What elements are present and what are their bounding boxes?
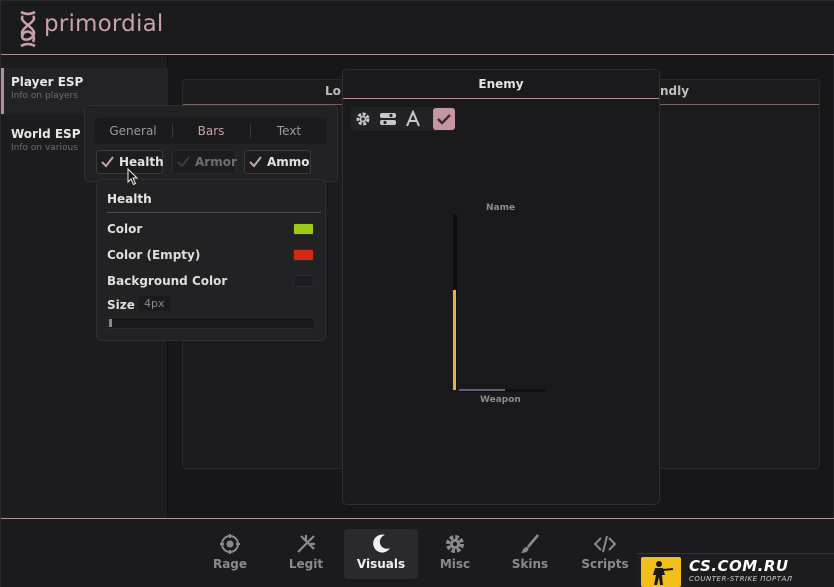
brush-icon (521, 534, 539, 553)
check-icon (177, 156, 190, 168)
armor-checkbox[interactable]: Armor (172, 150, 237, 174)
moon-icon (373, 534, 390, 553)
check-icon (249, 156, 262, 168)
slider-handle[interactable] (109, 319, 112, 327)
enemy-panel-title: Enemy (478, 77, 524, 91)
tab-bars[interactable]: Bars (173, 118, 249, 144)
ammo-checkbox-label: Ammo (267, 155, 310, 169)
size-slider[interactable] (107, 317, 315, 329)
preview-name-label: Name (486, 203, 516, 213)
watermark-logo-icon (641, 557, 681, 587)
text-icon[interactable] (404, 110, 422, 128)
health-checkbox-label: Health (119, 155, 164, 169)
health-bar-fill (453, 290, 456, 390)
nav-label: Skins (511, 557, 549, 571)
app-window: primordial Player ESP Info on players Wo… (0, 0, 834, 587)
nav-scripts[interactable]: Scripts (570, 529, 640, 579)
size-label: Size (107, 298, 135, 312)
toggles-icon[interactable] (379, 110, 397, 128)
code-icon (594, 535, 616, 553)
divider (343, 98, 659, 99)
tab-local[interactable]: Lo (325, 84, 341, 98)
nav-skins[interactable]: Skins (495, 529, 565, 579)
color-empty-label: Color (Empty) (107, 248, 201, 262)
target-icon (220, 534, 240, 554)
background-color-swatch[interactable] (293, 275, 314, 287)
health-settings-title: Health (107, 192, 152, 206)
nav-misc[interactable]: Misc (420, 529, 490, 579)
mouse-cursor-icon (127, 168, 139, 186)
watermark-text: CS.COM.RU (689, 557, 789, 575)
sidebar-item-title: Player ESP (11, 75, 84, 89)
brand-name: primordial (44, 11, 164, 37)
nav-label: Rage (212, 557, 248, 571)
segmented-tabs: General Bars Text (95, 118, 327, 144)
crosshair-icon (297, 535, 315, 553)
header: primordial (1, 1, 834, 55)
nav-label: Scripts (581, 557, 629, 571)
tab-text[interactable]: Text (251, 118, 327, 144)
watermark: CS.COM.RU COUNTER-STRIKE ПОРТАЛ (637, 553, 834, 587)
background-color-label: Background Color (107, 274, 228, 288)
size-value: 4px (139, 296, 170, 311)
tab-general[interactable]: General (95, 118, 171, 144)
armor-checkbox-label: Armor (195, 155, 237, 169)
health-settings-popup: Health Color Color (Empty) Background Co… (96, 179, 326, 341)
color-empty-swatch[interactable] (293, 249, 314, 261)
gear-icon (446, 535, 464, 553)
nav-label: Visuals (356, 557, 406, 571)
color-label: Color (107, 222, 143, 236)
color-swatch[interactable] (293, 223, 314, 235)
watermark-subtext: COUNTER-STRIKE ПОРТАЛ (689, 575, 793, 583)
nav-label: Legit (288, 557, 324, 571)
tab-friendly[interactable]: ndly (660, 84, 689, 98)
nav-visuals[interactable]: Visuals (344, 529, 418, 579)
weapon-bar-fill (459, 389, 505, 391)
bars-tabs-popup: General Bars Text Health Armor Ammo (84, 105, 338, 182)
nav-label: Misc (439, 557, 471, 571)
gear-icon[interactable] (354, 110, 372, 128)
enemy-panel: Enemy Name Weapon (342, 69, 660, 505)
ammo-checkbox[interactable]: Ammo (244, 150, 311, 174)
primordial-logo-icon (20, 10, 36, 48)
check-icon[interactable] (433, 108, 455, 130)
nav-rage[interactable]: Rage (195, 529, 265, 579)
preview-weapon-label: Weapon (480, 395, 521, 405)
sidebar-item-subtitle: Info on players (11, 91, 78, 101)
nav-legit[interactable]: Legit (271, 529, 341, 579)
check-icon (101, 156, 114, 168)
divider (107, 212, 321, 213)
